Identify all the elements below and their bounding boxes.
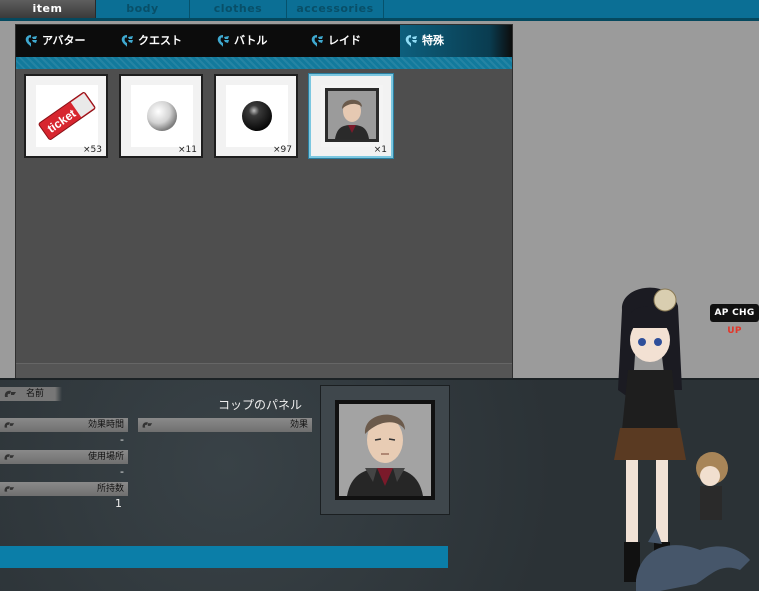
wing-icon (4, 390, 17, 397)
duration-label: 効果時間 (87, 420, 124, 430)
name-label: 名前 (26, 389, 45, 399)
tab-clothes[interactable]: clothes (190, 0, 287, 18)
effect-label-bar: 効果 (138, 418, 312, 432)
category-tab-special[interactable]: 特殊 (400, 25, 512, 57)
ap-charge-suffix: UP (727, 326, 742, 336)
tab-body[interactable]: body (96, 0, 190, 18)
item-count: ×1 (373, 145, 387, 155)
category-tab-label: アバター (42, 34, 86, 47)
wing-icon (25, 35, 37, 47)
duration-value: - (120, 433, 124, 446)
wing-icon (311, 35, 323, 47)
black-orb-icon (226, 85, 288, 147)
item-slot-white-orb[interactable]: ×11 (119, 74, 203, 158)
wing-icon (4, 422, 15, 428)
category-tab-raid[interactable]: レイド (306, 25, 398, 57)
wing-icon (142, 422, 153, 428)
wing-icon (121, 35, 133, 47)
tab-accessories[interactable]: accessories (287, 0, 384, 18)
wing-icon (217, 35, 229, 47)
top-tab-underline (0, 18, 759, 21)
cop-portrait-icon (321, 85, 383, 147)
item-count: ×53 (83, 145, 102, 155)
ap-charge-prefix: AP CHG (714, 308, 755, 318)
category-tab-label: 特殊 (422, 34, 444, 47)
ap-charge-up-badge: AP CHG UP (710, 304, 759, 336)
category-tab-label: クエスト (138, 34, 182, 47)
ticket-icon: ticket (36, 85, 98, 147)
item-count: ×11 (178, 145, 197, 155)
category-tab-quest[interactable]: クエスト (116, 25, 208, 57)
location-value: - (120, 465, 124, 478)
action-bar[interactable] (0, 546, 448, 568)
item-panel: アバター クエスト バトル レイド 特殊 ticket ×53 ×11 ×97 … (16, 25, 512, 381)
item-count: ×97 (273, 145, 292, 155)
owned-value: 1 (115, 497, 122, 510)
owned-label: 所持数 (96, 484, 124, 494)
cop-portrait-icon (335, 400, 435, 500)
category-tab-bar: アバター クエスト バトル レイド 特殊 (16, 25, 512, 57)
category-tab-label: バトル (234, 34, 268, 47)
category-tab-battle[interactable]: バトル (212, 25, 304, 57)
category-tab-avatar[interactable]: アバター (20, 25, 112, 57)
wing-icon (405, 35, 417, 47)
location-label: 使用場所 (87, 452, 124, 462)
owned-label-bar: 所持数 (0, 482, 128, 496)
effect-label: 効果 (289, 420, 308, 430)
location-label-bar: 使用場所 (0, 450, 128, 464)
item-preview (320, 385, 450, 515)
category-tab-label: レイド (328, 34, 361, 47)
white-orb-icon (131, 85, 193, 147)
item-slot-ticket[interactable]: ticket ×53 (24, 74, 108, 158)
duration-label-bar: 効果時間 (0, 418, 128, 432)
wing-icon (4, 454, 15, 460)
wing-icon (4, 486, 15, 492)
tab-item[interactable]: item (0, 0, 96, 18)
item-slot-cop-panel[interactable]: ×1 (309, 74, 393, 158)
category-stripe (16, 57, 512, 69)
item-slot-black-orb[interactable]: ×97 (214, 74, 298, 158)
item-name-value: コップのパネル (217, 398, 302, 412)
